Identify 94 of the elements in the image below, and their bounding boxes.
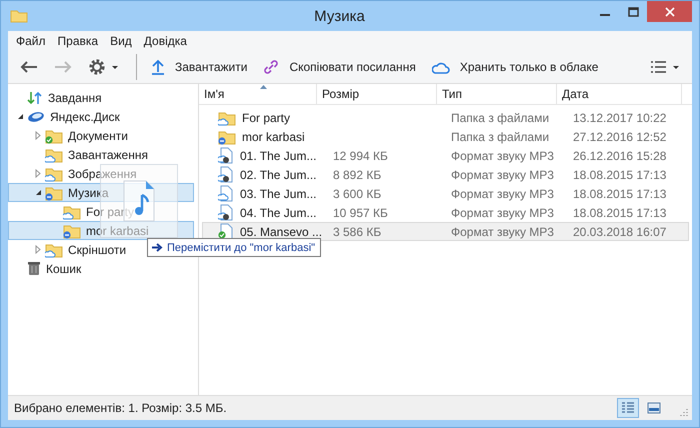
tree-item[interactable]: For party: [8, 202, 194, 221]
folder-icon: [45, 128, 63, 144]
collapse-icon[interactable]: [34, 189, 42, 196]
file-name: 03. The Jum...: [240, 186, 316, 200]
file-type: Формат звуку MP3: [450, 148, 555, 162]
menu-item[interactable]: Вид: [106, 34, 138, 48]
close-button[interactable]: [647, 1, 692, 22]
audio-file-icon: [218, 204, 234, 221]
details-view-button[interactable]: [617, 398, 639, 418]
audio-file-icon: [218, 223, 234, 240]
file-name: 05. Mansevo ...: [240, 224, 322, 238]
tree-item[interactable]: Музика: [8, 183, 194, 202]
cloud-icon: [432, 60, 450, 74]
file-name: For party: [242, 110, 290, 124]
expand-icon[interactable]: [35, 169, 41, 178]
folder-icon: [63, 204, 81, 220]
folder-icon: [218, 110, 236, 126]
minimize-icon: [600, 14, 610, 16]
file-row[interactable]: 05. Mansevo ... 3 586 КБ Формат звуку MP3 20.03.2018 16:07: [202, 222, 689, 241]
list-view-icon: [650, 60, 680, 74]
file-type: Папка з файлами: [450, 110, 550, 124]
tiles-view-icon: [647, 402, 661, 414]
file-size: 10 957 КБ: [332, 206, 389, 220]
arrow-icon: [152, 243, 163, 252]
folder-icon: [45, 242, 63, 258]
menu-item[interactable]: Довідка: [140, 34, 193, 48]
menu-item[interactable]: Файл: [12, 34, 52, 48]
file-name: mor karbasi: [242, 130, 305, 144]
trash-icon: [27, 261, 41, 276]
file-size: 8 892 КБ: [332, 168, 382, 182]
folder-icon: [45, 166, 63, 182]
folder-icon: [218, 128, 236, 144]
disk-icon: [27, 110, 45, 122]
upload-icon: [151, 59, 165, 75]
toolbar-button[interactable]: Скопіювати посилання: [255, 54, 424, 80]
file-row[interactable]: 03. The Jum... 3 600 КБ Формат звуку MP3 18.08.2015 17:13: [202, 184, 689, 203]
collapse-icon[interactable]: [16, 113, 24, 120]
tree-item[interactable]: Завдання: [8, 88, 194, 107]
tree-item[interactable]: Кошик: [8, 259, 194, 278]
file-date: 26.12.2016 15:28: [572, 148, 668, 162]
file-type: Формат звуку MP3: [450, 224, 555, 238]
file-date: 20.03.2018 16:07: [572, 224, 668, 238]
audio-file-icon: [218, 166, 234, 183]
column-header[interactable]: Дата: [557, 84, 682, 104]
resize-grip-icon: [679, 407, 689, 417]
toolbar-button[interactable]: Завантажити: [143, 54, 256, 80]
file-date: 27.12.2016 12:52: [572, 130, 668, 144]
folder-icon: [45, 146, 63, 162]
file-name: 02. The Jum...: [240, 168, 316, 182]
sort-arrow-icon: [260, 85, 267, 89]
sync-arrows-icon: [27, 90, 43, 104]
audio-file-icon: [218, 185, 234, 202]
file-row[interactable]: For party Папка з файлами 13.12.2017 10:22: [202, 108, 689, 127]
tree-item[interactable]: Яндекс.Диск: [8, 107, 194, 126]
folder-icon: [45, 184, 63, 200]
column-header[interactable]: Розмір: [317, 84, 437, 104]
file-size: 12 994 КБ: [332, 148, 389, 162]
file-type: Папка з файлами: [450, 130, 550, 144]
maximize-icon: [628, 6, 638, 16]
tree-item[interactable]: Документи: [8, 126, 194, 145]
file-row[interactable]: 01. The Jum... 12 994 КБ Формат звуку MP3 26.12.2016 15:28: [202, 146, 689, 165]
tree-item[interactable]: Завантаження: [8, 145, 194, 164]
details-view-icon: [621, 401, 635, 415]
file-row[interactable]: 04. The Jum... 10 957 КБ Формат звуку MP3 18.08.2015 17:13: [202, 203, 689, 222]
settings-icon: [88, 58, 118, 76]
folder-icon: [10, 9, 28, 23]
file-name: 01. The Jum...: [240, 148, 316, 162]
file-type: Формат звуку MP3: [450, 186, 555, 200]
close-icon: [664, 6, 674, 16]
tree-item[interactable]: mor karbasi: [8, 221, 194, 240]
back-arrow-icon: [20, 60, 38, 74]
file-type: Формат звуку MP3: [450, 168, 555, 182]
file-date: 13.12.2017 10:22: [572, 110, 668, 124]
forward-arrow-icon: [54, 60, 72, 74]
link-icon: [263, 59, 280, 75]
file-date: 18.08.2015 17:13: [572, 206, 668, 220]
window-title: Музика: [314, 8, 365, 24]
expand-icon[interactable]: [35, 245, 41, 254]
expand-icon[interactable]: [35, 131, 41, 140]
file-row[interactable]: 02. The Jum... 8 892 КБ Формат звуку MP3 18.08.2015 17:13: [202, 165, 689, 184]
tree-item[interactable]: Зображення: [8, 164, 194, 183]
audio-file-icon: [218, 147, 234, 164]
file-date: 18.08.2015 17:13: [572, 168, 668, 182]
file-row[interactable]: mor karbasi Папка з файлами 27.12.2016 12:52: [202, 127, 689, 146]
status-text: Вибрано елементів: 1. Розмір: 3.5 МБ.: [14, 401, 228, 415]
file-type: Формат звуку MP3: [450, 206, 555, 220]
file-name: 04. The Jum...: [240, 206, 316, 220]
column-header[interactable]: Тип: [437, 84, 557, 104]
folder-icon: [63, 222, 81, 238]
menu-item[interactable]: Правка: [54, 34, 104, 48]
toolbar-button[interactable]: Хранить только в облаке: [424, 54, 606, 80]
file-date: 18.08.2015 17:13: [572, 186, 668, 200]
file-size: 3 586 КБ: [332, 224, 382, 238]
file-size: 3 600 КБ: [332, 186, 382, 200]
